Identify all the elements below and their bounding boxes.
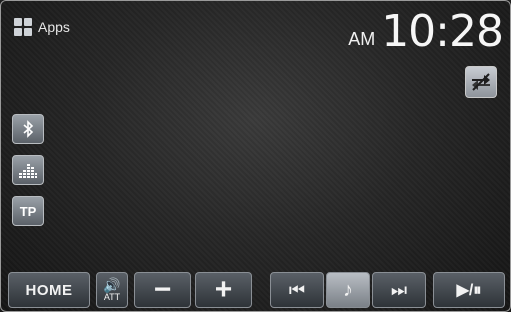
play-pause-button[interactable]: ▶/⏸ <box>433 272 505 308</box>
previous-icon: ⏮ <box>288 279 306 300</box>
tp-label: TP <box>19 203 37 219</box>
minus-icon: − <box>153 273 172 306</box>
tp-button[interactable]: TP <box>12 196 44 226</box>
plus-icon: + <box>214 273 233 306</box>
home-label: HOME <box>25 281 73 299</box>
home-button[interactable]: HOME <box>8 272 90 308</box>
music-note-icon: ♪ <box>343 278 353 301</box>
equalizer-button[interactable] <box>12 155 44 185</box>
play-pause-icon: ▶/⏸ <box>456 282 482 299</box>
next-track-button[interactable]: ⏭ <box>372 272 426 308</box>
bluetooth-icon <box>23 120 34 138</box>
swap-display-button[interactable] <box>465 66 497 98</box>
previous-track-button[interactable]: ⏮ <box>270 272 324 308</box>
apps-label: Apps <box>38 19 70 35</box>
bottom-control-bar: HOME 🔊 ATT − + ⏮ ♪ ⏭ ▶/⏸ <box>0 266 511 312</box>
clock-time: 10:28 <box>381 6 504 57</box>
equalizer-icon <box>19 164 37 178</box>
volume-up-button[interactable]: + <box>195 272 252 308</box>
music-source-button[interactable]: ♪ <box>326 272 370 308</box>
apps-icon <box>14 18 32 36</box>
swap-icon <box>472 73 490 91</box>
volume-icon: 🔊 <box>103 277 121 293</box>
att-button[interactable]: 🔊 ATT <box>96 272 128 308</box>
next-icon: ⏭ <box>390 279 408 300</box>
car-audio-screen: Apps AM 10:28 TP HOME 🔊 ATT − + ⏮ ♪ ⏭ ▶/… <box>0 0 511 312</box>
apps-shortcut[interactable]: Apps <box>14 18 70 36</box>
att-label: ATT <box>103 292 121 302</box>
clock: AM 10:28 <box>348 6 504 57</box>
clock-ampm: AM <box>348 29 376 49</box>
volume-down-button[interactable]: − <box>134 272 191 308</box>
bluetooth-button[interactable] <box>12 114 44 144</box>
